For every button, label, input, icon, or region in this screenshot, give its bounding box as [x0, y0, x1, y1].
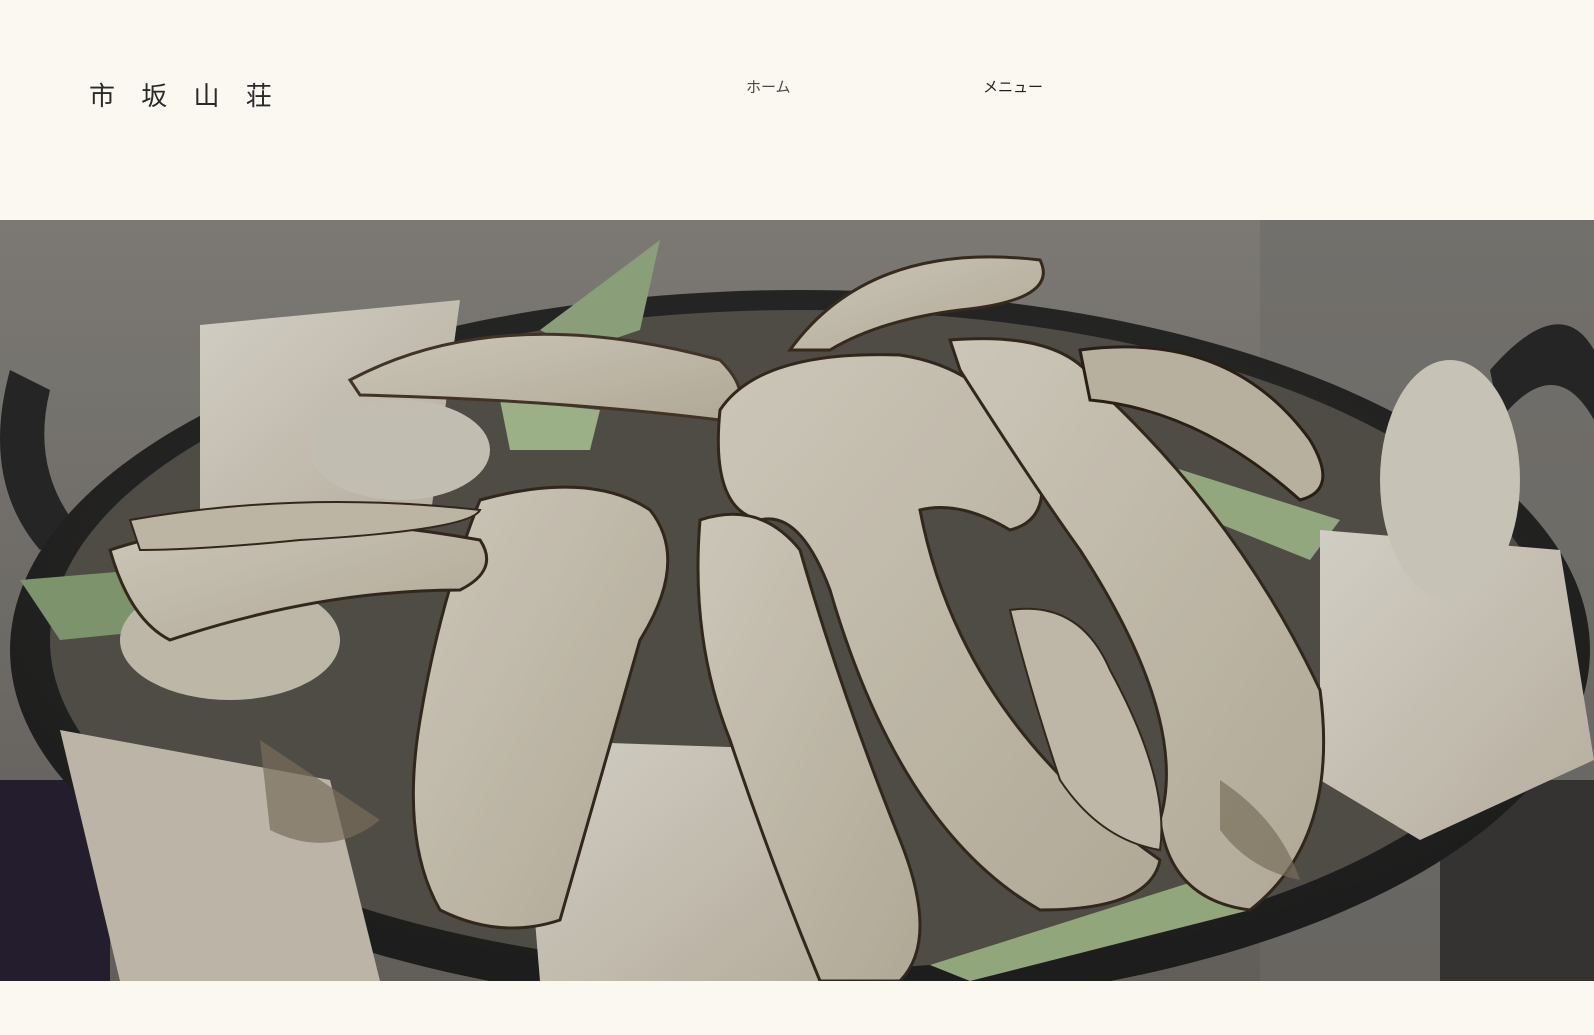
hotpot-photo: [0, 220, 1594, 981]
main-nav: ホーム メニュー: [0, 76, 1594, 100]
nav-link-menu[interactable]: メニュー: [983, 76, 1043, 97]
page-bottom-band: [0, 981, 1594, 1035]
site-header: 市 坂 山 荘 ホーム メニュー: [0, 0, 1594, 216]
hero-image: [0, 220, 1594, 981]
page: 市 坂 山 荘 ホーム メニュー: [0, 0, 1594, 1035]
nav-link-home[interactable]: ホーム: [746, 76, 791, 97]
